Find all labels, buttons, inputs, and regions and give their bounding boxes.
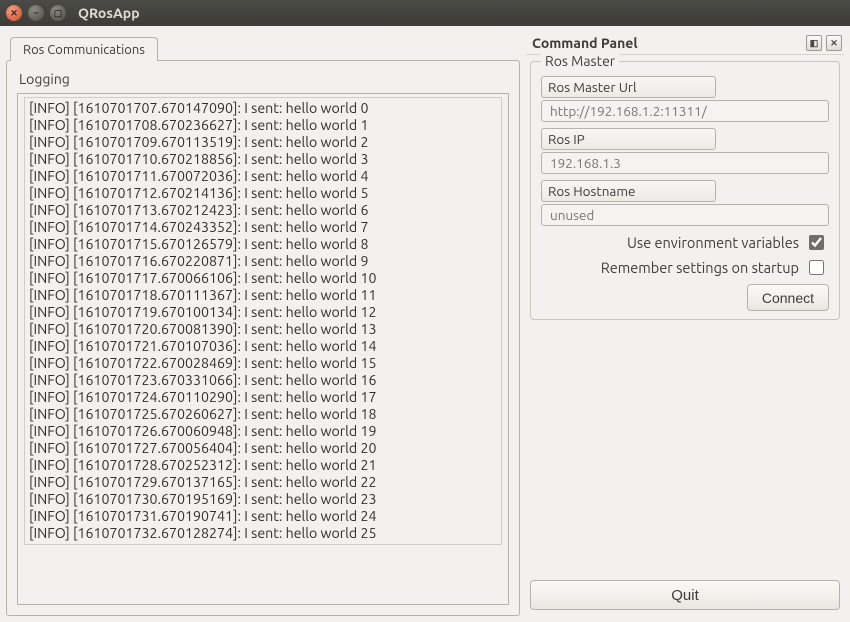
log-line[interactable]: [INFO] [1610701720.670081390]: I sent: h… — [29, 321, 497, 338]
checkbox-use-env-label: Use environment variables — [627, 234, 799, 251]
checkbox-remember-label: Remember settings on startup — [601, 259, 799, 276]
log-line[interactable]: [INFO] [1610701709.670113519]: I sent: h… — [29, 134, 497, 151]
window-minimize-icon[interactable]: – — [28, 5, 44, 21]
input-ros-master-url[interactable] — [541, 100, 829, 122]
log-line[interactable]: [INFO] [1610701719.670100134]: I sent: h… — [29, 304, 497, 321]
log-line[interactable]: [INFO] [1610701718.670111367]: I sent: h… — [29, 287, 497, 304]
log-line[interactable]: [INFO] [1610701724.670110290]: I sent: h… — [29, 389, 497, 406]
connect-button[interactable]: Connect — [747, 284, 829, 311]
tab-page-ros-communications: Logging [INFO] [1610701707.670147090]: I… — [6, 60, 520, 616]
dock-float-icon[interactable]: ◧ — [806, 35, 822, 51]
log-line[interactable]: [INFO] [1610701721.670107036]: I sent: h… — [29, 338, 497, 355]
quit-button[interactable]: Quit — [530, 580, 840, 610]
log-line[interactable]: [INFO] [1610701731.670190741]: I sent: h… — [29, 508, 497, 525]
log-line[interactable]: [INFO] [1610701711.670072036]: I sent: h… — [29, 168, 497, 185]
window-close-icon[interactable]: ✕ — [6, 5, 22, 21]
log-line[interactable]: [INFO] [1610701728.670252312]: I sent: h… — [29, 457, 497, 474]
input-ros-hostname[interactable] — [541, 204, 829, 226]
label-ros-master-url: Ros Master Url — [541, 76, 716, 98]
input-ros-ip[interactable] — [541, 152, 829, 174]
log-line[interactable]: [INFO] [1610701716.670220871]: I sent: h… — [29, 253, 497, 270]
groupbox-ros-master: Ros Master Ros Master Url Ros IP Ros Hos… — [530, 61, 840, 320]
log-line[interactable]: [INFO] [1610701707.670147090]: I sent: h… — [29, 100, 497, 117]
log-line[interactable]: [INFO] [1610701712.670214136]: I sent: h… — [29, 185, 497, 202]
log-line[interactable]: [INFO] [1610701717.670066106]: I sent: h… — [29, 270, 497, 287]
tab-label: Ros Communications — [23, 43, 145, 57]
log-line[interactable]: [INFO] [1610701726.670060948]: I sent: h… — [29, 423, 497, 440]
log-line[interactable]: [INFO] [1610701732.670128274]: I sent: h… — [29, 525, 497, 542]
window-maximize-icon[interactable]: ▢ — [50, 5, 66, 21]
logging-heading: Logging — [19, 71, 509, 87]
log-line[interactable]: [INFO] [1610701725.670260627]: I sent: h… — [29, 406, 497, 423]
tab-ros-communications[interactable]: Ros Communications — [10, 37, 158, 61]
logging-listview[interactable]: [INFO] [1610701707.670147090]: I sent: h… — [17, 93, 509, 605]
log-line[interactable]: [INFO] [1610701729.670137165]: I sent: h… — [29, 474, 497, 491]
window-titlebar: ✕ – ▢ QRosApp — [0, 0, 850, 26]
log-line[interactable]: [INFO] [1610701730.670195169]: I sent: h… — [29, 491, 497, 508]
log-line[interactable]: [INFO] [1610701714.670243352]: I sent: h… — [29, 219, 497, 236]
label-ros-hostname: Ros Hostname — [541, 180, 716, 202]
dock-close-icon[interactable]: ✕ — [826, 35, 842, 51]
log-line[interactable]: [INFO] [1610701708.670236627]: I sent: h… — [29, 117, 497, 134]
window-title: QRosApp — [78, 5, 140, 21]
log-line[interactable]: [INFO] [1610701722.670028469]: I sent: h… — [29, 355, 497, 372]
label-ros-ip: Ros IP — [541, 128, 716, 150]
log-line[interactable]: [INFO] [1610701710.670218856]: I sent: h… — [29, 151, 497, 168]
log-line[interactable]: [INFO] [1610701713.670212423]: I sent: h… — [29, 202, 497, 219]
checkbox-use-env[interactable]: Use environment variables — [541, 232, 827, 253]
log-line[interactable]: [INFO] [1610701727.670056404]: I sent: h… — [29, 440, 497, 457]
groupbox-title: Ros Master — [541, 53, 619, 69]
checkbox-remember-settings[interactable]: Remember settings on startup — [541, 257, 827, 278]
log-line[interactable]: [INFO] [1610701715.670126579]: I sent: h… — [29, 236, 497, 253]
log-line[interactable]: [INFO] [1610701723.670331066]: I sent: h… — [29, 372, 497, 389]
dock-title-text: Command Panel — [532, 35, 638, 51]
dock-titlebar: Command Panel ◧ ✕ — [526, 32, 844, 55]
